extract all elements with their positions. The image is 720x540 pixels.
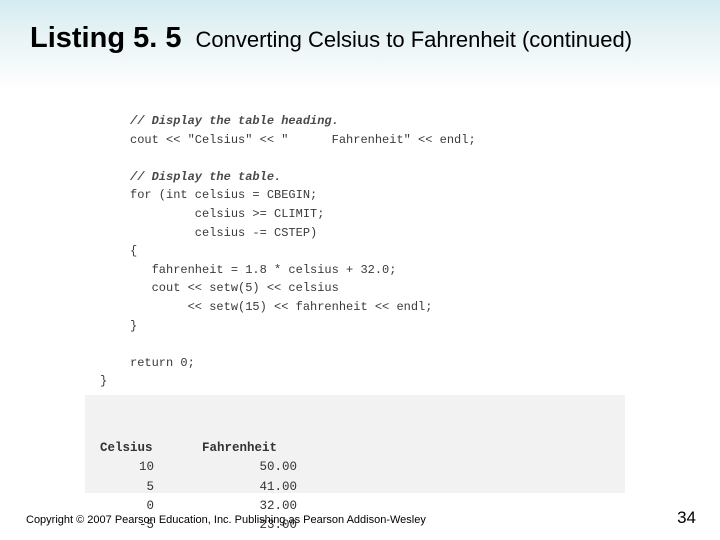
cell-fahrenheit: 50.00 [202,458,297,477]
copyright-notice: Copyright © 2007 Pearson Education, Inc.… [26,514,426,526]
code-comment: // Display the table. [130,170,281,184]
code-line: cout << setw(5) << celsius [130,281,339,295]
code-line: return 0; [130,356,195,370]
cell-celsius: 10 [100,458,202,477]
table-header-row: Celsius Fahrenheit [100,439,297,458]
col-celsius: Celsius [100,439,202,458]
code-line: celsius >= CLIMIT; [130,207,324,221]
code-line: << setw(15) << fahrenheit << endl; [130,300,432,314]
code-line: cout << "Celsius" << " Fahrenheit" << en… [130,133,476,147]
cell-fahrenheit: 41.00 [202,478,297,497]
code-line: for (int celsius = CBEGIN; [130,188,317,202]
code-listing: // Display the table heading. cout << "C… [130,112,476,391]
col-fahrenheit: Fahrenheit [202,439,297,458]
page-number: 34 [677,508,696,528]
table-row: 10 50.00 [100,458,297,477]
code-comment: // Display the table heading. [130,114,339,128]
table-row: 5 41.00 [100,478,297,497]
code-line: { [130,244,137,258]
slide-title: Listing 5. 5 Converting Celsius to Fahre… [30,22,700,55]
listing-number: Listing 5. 5 [30,22,181,55]
code-line: celsius -= CSTEP) [130,226,317,240]
code-line: fahrenheit = 1.8 * celsius + 32.0; [130,263,396,277]
listing-subtitle: Converting Celsius to Fahrenheit (contin… [195,27,632,53]
cell-celsius: 5 [100,478,202,497]
code-line: } [100,372,107,391]
code-line: } [130,319,137,333]
